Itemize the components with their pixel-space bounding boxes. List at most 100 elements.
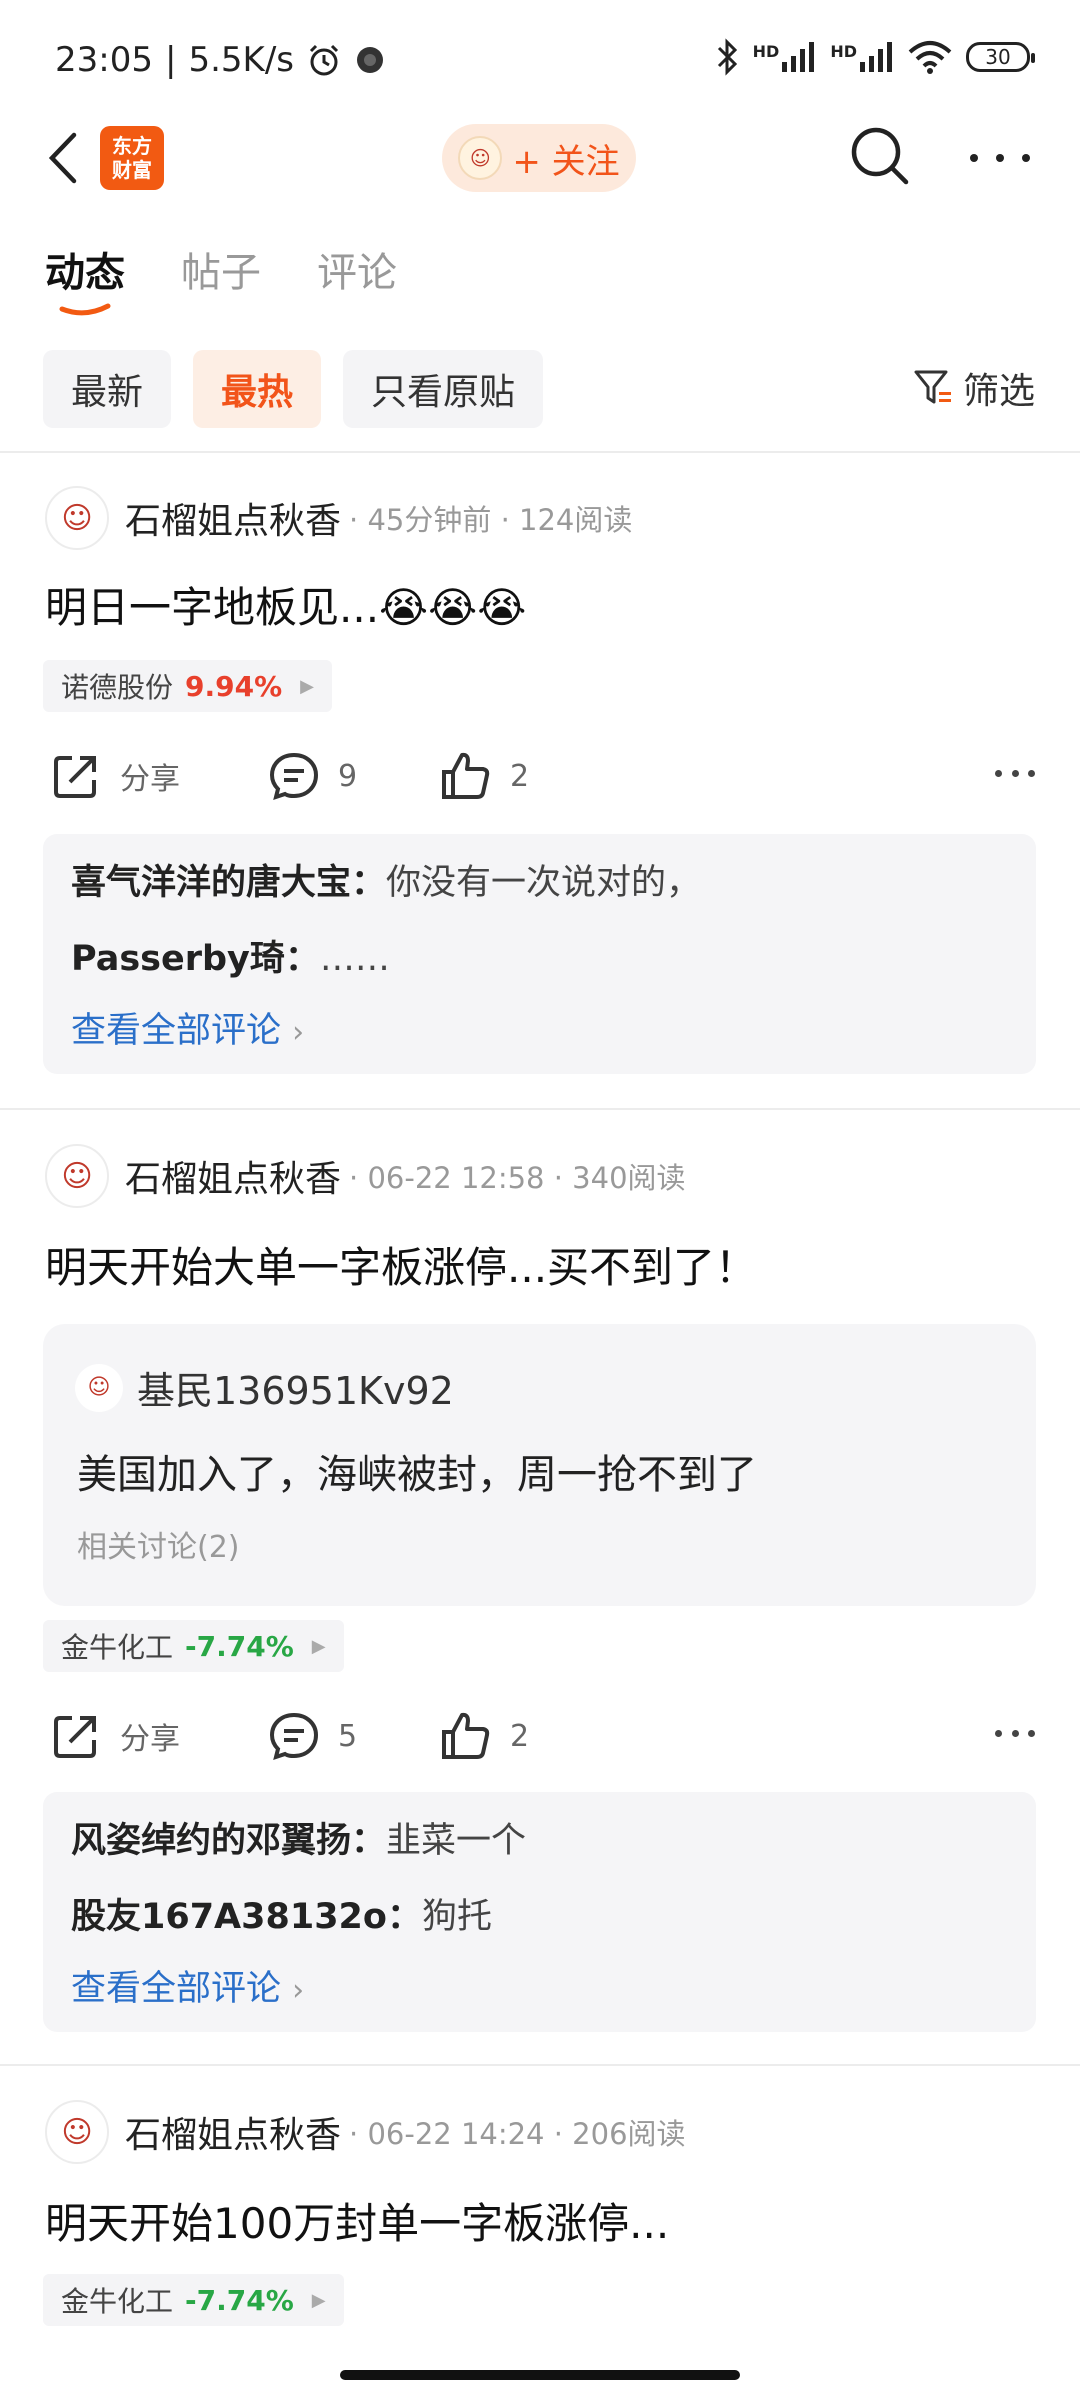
post-title[interactable]: 明天开始大单一字板涨停...买不到了！ xyxy=(45,1234,757,1295)
status-separator: | xyxy=(164,40,177,80)
share-icon xyxy=(54,756,96,798)
comment-item[interactable]: 股友167A38132o：狗托 xyxy=(71,1888,492,1939)
view-all-comments-link[interactable]: 查看全部评论 › xyxy=(71,1960,304,2011)
stock-change: -7.74% xyxy=(185,1629,294,1663)
wifi-icon xyxy=(908,41,952,74)
comment-text: 韭菜一个 xyxy=(386,1821,527,1861)
signal-2: HD xyxy=(830,42,894,72)
stock-tag[interactable]: 诺德股份 9.94% ▶ xyxy=(43,660,332,712)
comment-icon xyxy=(269,1712,319,1761)
avatar: ☺ xyxy=(75,1363,123,1412)
more-options-button[interactable] xyxy=(970,140,1030,176)
app-notification-icon xyxy=(357,47,383,73)
stock-name: 金牛化工 xyxy=(61,1631,174,1664)
comment-item[interactable]: Passerby琦：…… xyxy=(71,930,390,981)
tab-label: 动态 xyxy=(45,250,125,296)
home-indicator[interactable] xyxy=(340,2370,740,2380)
post-meta: · 45分钟前 · 124阅读 xyxy=(349,503,633,537)
share-button[interactable]: 分享 xyxy=(50,1706,180,1766)
thumbs-up-icon xyxy=(442,1712,490,1759)
more-dot xyxy=(995,770,1002,777)
stock-tag[interactable]: 金牛化工 -7.74% ▶ xyxy=(43,1620,344,1672)
post-card[interactable]: ☺ 石榴姐点秋香 · 06-22 14:24 · 206阅读 明天开始100万封… xyxy=(0,2066,1080,2366)
post-title[interactable]: 明天开始100万封单一字板涨停... xyxy=(45,2190,669,2251)
status-bar: 23:05 | 5.5K/s HD HD 30 xyxy=(0,0,1080,126)
post-header: ☺ 石榴姐点秋香 · 06-22 14:24 · 206阅读 xyxy=(45,2100,686,2164)
tab-comments[interactable]: 评论 xyxy=(317,240,397,298)
comment-item[interactable]: 风姿绰约的邓翼扬：韭菜一个 xyxy=(71,1812,526,1863)
post-card[interactable]: ☺ 石榴姐点秋香 · 06-22 12:58 · 340阅读 明天开始大单一字板… xyxy=(0,1110,1080,2050)
more-dot xyxy=(1022,154,1030,162)
quote-header: ☺ 基民136951Kv92 xyxy=(75,1360,454,1415)
post-title[interactable]: 明日一字地板见...😭😭😭 xyxy=(45,574,526,635)
author-name[interactable]: 石榴姐点秋香 xyxy=(125,2106,341,2158)
filter-icon xyxy=(914,370,951,404)
author-name[interactable]: 石榴姐点秋香 xyxy=(125,1150,341,1202)
app-logo[interactable]: 东方 财富 xyxy=(100,126,164,190)
bluetooth-icon xyxy=(717,38,737,76)
chevron-right-icon: › xyxy=(292,1973,305,2008)
like-count: 2 xyxy=(510,758,530,794)
stock-tag[interactable]: 金牛化工 -7.74% ▶ xyxy=(43,2274,344,2326)
comment-text: 狗托 xyxy=(421,1897,492,1937)
comment-item[interactable]: 喜气洋洋的唐大宝：你没有一次说对的， xyxy=(71,854,701,905)
comment-button[interactable]: 5 xyxy=(268,1706,357,1766)
more-dot xyxy=(1028,1730,1035,1737)
tab-posts[interactable]: 帖子 xyxy=(181,240,261,298)
comment-user: Passerby琦： xyxy=(71,939,320,979)
avatar[interactable]: ☺ xyxy=(45,486,109,550)
quoted-post[interactable]: ☺ 基民136951Kv92 美国加入了，海峡被封，周一抢不到了 相关讨论(2) xyxy=(43,1324,1036,1606)
status-net-speed: 5.5K/s xyxy=(188,40,294,80)
thumbs-up-icon xyxy=(442,752,490,799)
post-more-button[interactable] xyxy=(995,770,1035,780)
more-dot xyxy=(996,154,1004,162)
share-label: 分享 xyxy=(120,762,180,797)
like-button[interactable]: 2 xyxy=(440,746,529,806)
share-label: 分享 xyxy=(120,1722,180,1757)
follow-button[interactable]: ☺ + 关注 xyxy=(442,124,636,192)
comment-user: 风姿绰约的邓翼扬： xyxy=(71,1821,387,1861)
like-count: 2 xyxy=(510,1718,530,1754)
signal-label-1: HD xyxy=(752,42,780,61)
chip-original-only[interactable]: 只看原贴 xyxy=(343,350,544,428)
filter-label: 筛选 xyxy=(962,371,1035,412)
chevron-right-icon: › xyxy=(292,1015,305,1050)
post-meta: · 06-22 14:24 · 206阅读 xyxy=(349,2117,686,2151)
related-discussions-link[interactable]: 相关讨论(2) xyxy=(77,1522,240,1566)
chip-hottest[interactable]: 最热 xyxy=(193,350,322,428)
comment-text: 你没有一次说对的， xyxy=(386,863,702,903)
battery-indicator: 30 xyxy=(966,42,1035,72)
author-name[interactable]: 石榴姐点秋香 xyxy=(125,492,341,544)
more-dot xyxy=(1011,770,1019,777)
comment-user: 喜气洋洋的唐大宝： xyxy=(71,863,387,903)
signal-label-2: HD xyxy=(830,42,857,61)
filter-button[interactable]: 筛选 xyxy=(913,362,1035,414)
post-card[interactable]: ☺ 石榴姐点秋香 · 45分钟前 · 124阅读 明日一字地板见...😭😭😭 诺… xyxy=(0,452,1080,1102)
tab-dynamic[interactable]: 动态 xyxy=(45,240,125,316)
stock-change: 9.94% xyxy=(185,669,283,703)
avatar[interactable]: ☺ xyxy=(45,1144,109,1208)
share-icon xyxy=(54,1716,96,1758)
search-button[interactable] xyxy=(848,124,912,188)
search-icon xyxy=(851,127,909,185)
quote-user[interactable]: 基民136951Kv92 xyxy=(137,1360,454,1415)
tab-bar: 动态 帖子 评论 xyxy=(45,240,397,316)
post-header: ☺ 石榴姐点秋香 · 45分钟前 · 124阅读 xyxy=(45,486,632,550)
status-left: 23:05 | 5.5K/s xyxy=(55,40,386,80)
comment-icon xyxy=(269,752,319,801)
app-bar: 东方 财富 ☺ + 关注 xyxy=(0,120,1080,196)
status-time: 23:05 xyxy=(55,40,153,80)
chip-latest[interactable]: 最新 xyxy=(43,350,172,428)
stock-change: -7.74% xyxy=(185,2283,294,2317)
like-button[interactable]: 2 xyxy=(440,1706,529,1766)
comment-preview: 风姿绰约的邓翼扬：韭菜一个 股友167A38132o：狗托 查看全部评论 › xyxy=(43,1792,1036,2032)
post-more-button[interactable] xyxy=(995,1730,1035,1740)
cell-signal-icon xyxy=(860,42,892,72)
comment-button[interactable]: 9 xyxy=(268,746,357,806)
view-all-comments-link[interactable]: 查看全部评论 › xyxy=(71,1002,304,1053)
more-dot xyxy=(995,1730,1002,1737)
avatar[interactable]: ☺ xyxy=(45,2100,109,2164)
back-button[interactable] xyxy=(40,128,86,188)
share-button[interactable]: 分享 xyxy=(50,746,180,806)
logo-line-1: 东方 xyxy=(112,134,152,158)
